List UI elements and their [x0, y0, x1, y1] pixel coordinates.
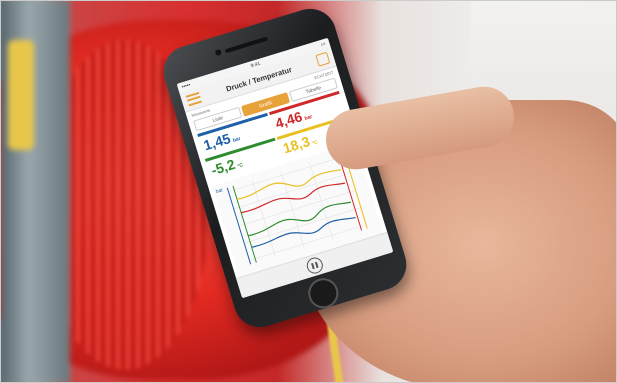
pause-icon[interactable] — [304, 255, 325, 276]
photo-scene: ••••• 9:41 ▭ Druck / Temperatur Messwert… — [0, 0, 617, 383]
yellow-pipe — [8, 40, 34, 150]
share-icon[interactable] — [315, 51, 331, 67]
status-battery: ▭ — [319, 40, 327, 48]
reading-value: 4,46 — [273, 108, 305, 132]
reading-value: 1,45 — [201, 130, 233, 154]
reading-unit: °C — [236, 162, 244, 170]
reading-unit: bar — [303, 113, 314, 122]
reading-value: 18,3 — [280, 133, 312, 157]
hamburger-menu-icon[interactable] — [185, 91, 203, 106]
reading-unit: bar — [232, 135, 242, 144]
reading-value: -5,2 — [209, 155, 237, 179]
reading-unit: °C — [311, 139, 319, 147]
